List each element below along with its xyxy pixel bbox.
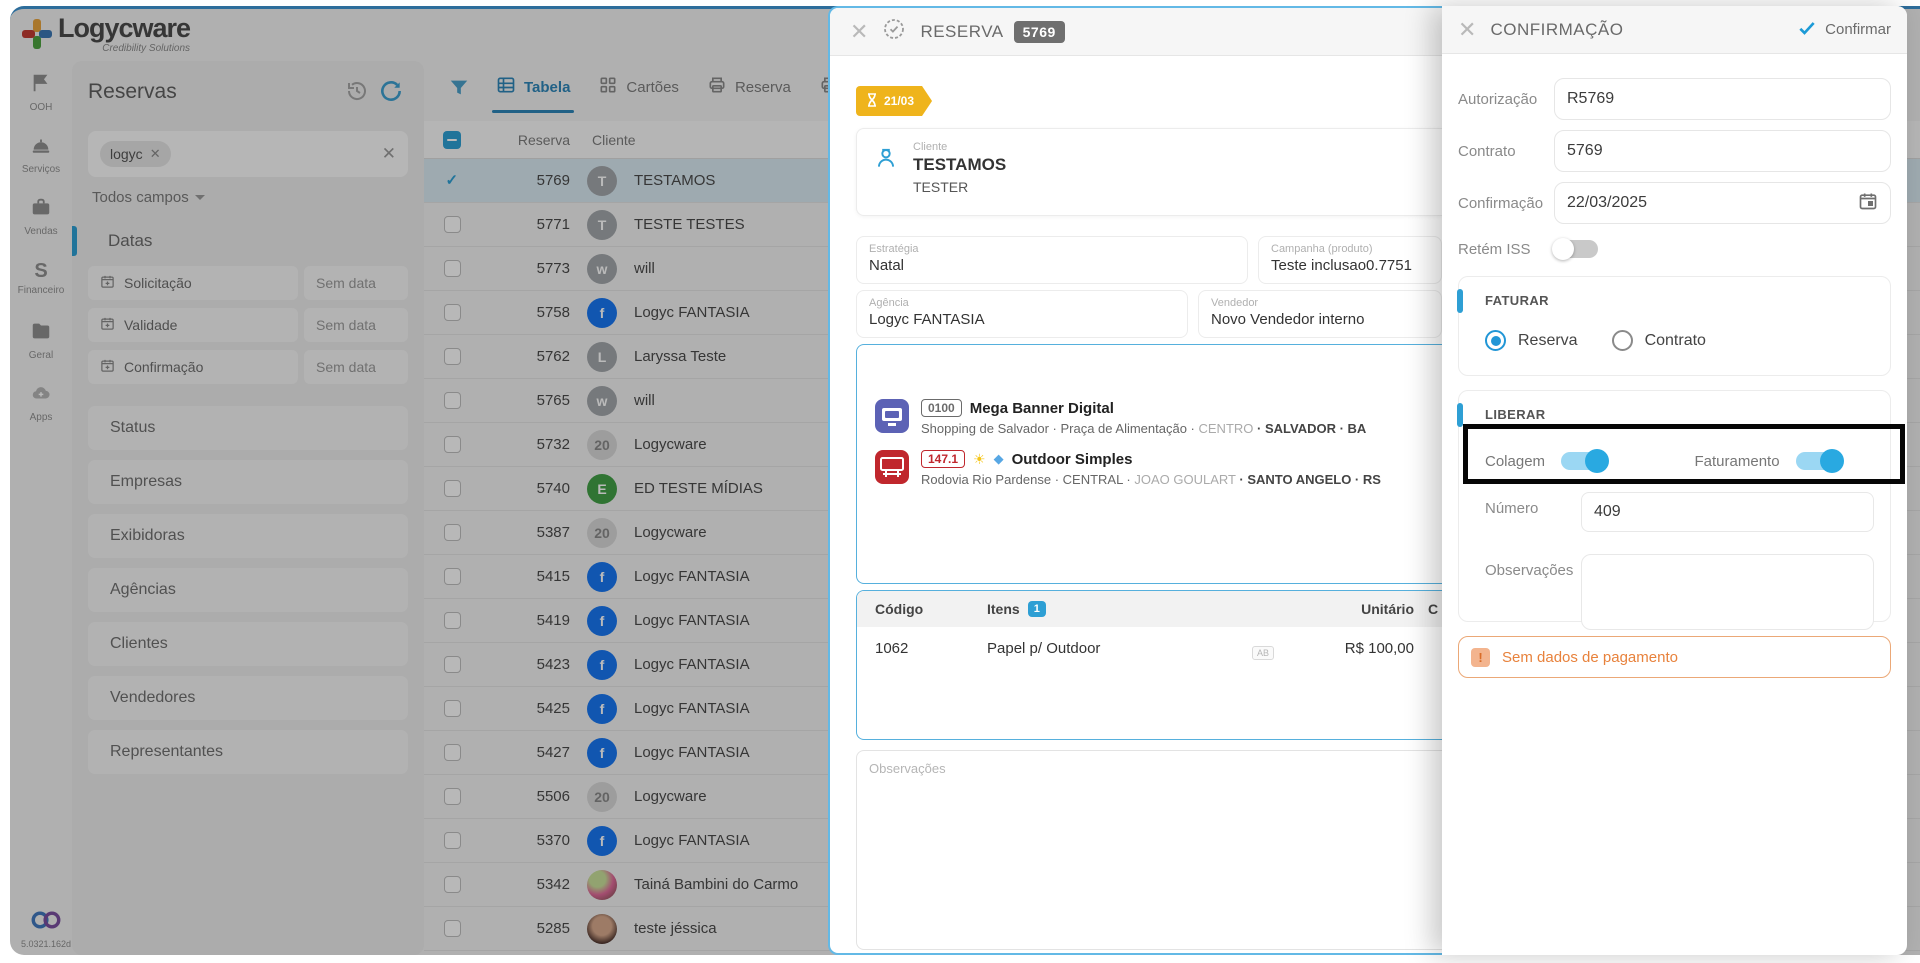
item-row[interactable]: 1062 Papel p/ Outdoor AB R$ 100,00 [857, 627, 1442, 669]
column-codigo: Código [857, 601, 987, 617]
numero-label: Número [1485, 492, 1581, 532]
liberar-toggle-item: Faturamento [1695, 452, 1891, 470]
modal-header: ✕ RESERVA 5769 [830, 8, 1442, 56]
media-item[interactable]: 147.1 ☀ ◆ Outdoor Simples Rodovia Rio Pa… [875, 450, 1424, 487]
item-unitario: R$ 100,00 [1284, 640, 1414, 657]
warning-text: Sem dados de pagamento [1502, 649, 1678, 666]
faturar-title: FATURAR [1459, 277, 1890, 308]
liberar-toggle[interactable] [1561, 452, 1605, 470]
items-count-badge: 1 [1028, 601, 1046, 617]
faturar-options: Reserva Contrato [1459, 308, 1890, 377]
retem-iss-toggle[interactable] [1554, 240, 1598, 258]
digital-panel-icon [875, 399, 909, 433]
liberar-title: LIBERAR [1459, 391, 1890, 422]
client-label: Cliente [913, 141, 1006, 153]
client-name: TESTAMOS [913, 155, 1006, 175]
column-itens: Itens [987, 601, 1020, 617]
radio-icon [1612, 330, 1633, 351]
item-name: Papel p/ Outdoor [987, 640, 1100, 657]
panel-body: Autorização R5769 Contrato 5769 Confirma… [1442, 54, 1907, 955]
liberar-toggles: Colagem Faturamento [1459, 422, 1890, 470]
calendar-icon[interactable] [1858, 191, 1878, 216]
confirmacao-panel: ✕ CONFIRMAÇÃO Confirmar Autorização R576… [1442, 6, 1907, 955]
contrato-label: Contrato [1458, 143, 1554, 160]
confirmar-button[interactable]: Confirmar [1797, 18, 1891, 42]
estrategia-field[interactable]: Estratégia Natal [856, 236, 1248, 284]
illumination-icon: ☀ [973, 451, 986, 468]
seal-check-icon [882, 17, 906, 46]
ab-tag: AB [1252, 646, 1274, 660]
column-clipped: C [1414, 601, 1442, 617]
check-icon [1797, 18, 1817, 42]
application-window: Logycware Credibility Solutions OOH Serv… [0, 0, 1920, 963]
panel-title: CONFIRMAÇÃO [1490, 20, 1783, 40]
items-table-header: Código Itens 1 Unitário C [857, 591, 1442, 627]
media-title: Mega Banner Digital [970, 400, 1114, 417]
autorizacao-input[interactable]: R5769 [1554, 78, 1891, 120]
client-card[interactable]: Cliente TESTAMOS TESTER [856, 128, 1442, 216]
faturar-radio[interactable]: Reserva [1485, 330, 1578, 351]
vendedor-field[interactable]: Vendedor Novo Vendedor interno [1198, 290, 1442, 338]
diamond-icon: ◆ [994, 451, 1004, 467]
media-items-box: 0100 ☀ ◆ Mega Banner Digital Shopping de… [856, 344, 1442, 584]
contrato-input[interactable]: 5769 [1554, 130, 1891, 172]
hourglass-icon [866, 93, 878, 110]
liberar-card: LIBERAR Colagem Faturamento Número [1458, 390, 1891, 622]
autorizacao-label: Autorização [1458, 91, 1554, 108]
media-code-badge: 147.1 [921, 450, 965, 468]
media-location: Rodovia Rio Pardense · CENTRAL · JOAO GO… [921, 472, 1381, 487]
confirmacao-label: Confirmação [1458, 195, 1554, 212]
media-item[interactable]: 0100 ☀ ◆ Mega Banner Digital Shopping de… [875, 399, 1424, 436]
media-code-badge: 0100 [921, 399, 962, 417]
media-location: Shopping de Salvador · Praça de Alimenta… [921, 421, 1366, 436]
observacoes-panel-textarea[interactable] [1581, 554, 1874, 630]
media-title: Outdoor Simples [1012, 451, 1133, 468]
reserva-number-badge: 5769 [1014, 21, 1065, 43]
liberar-toggle[interactable] [1796, 452, 1840, 470]
campanha-field[interactable]: Campanha (produto) Teste inclusao0.7751 [1258, 236, 1442, 284]
panel-header: ✕ CONFIRMAÇÃO Confirmar [1442, 6, 1907, 54]
observacoes-textarea[interactable]: Observações [856, 750, 1442, 950]
items-table-box: Código Itens 1 Unitário C 1062 Papel p/ … [856, 590, 1442, 740]
warning-icon: ! [1471, 648, 1490, 667]
client-subtitle: TESTER [913, 179, 1006, 195]
radio-icon [1485, 330, 1506, 351]
modal-title: RESERVA 5769 [920, 21, 1064, 43]
faturar-radio[interactable]: Contrato [1612, 330, 1706, 351]
numero-input[interactable] [1581, 492, 1874, 532]
outdoor-billboard-icon [875, 450, 909, 484]
faturar-card: FATURAR Reserva Contrato [1458, 276, 1891, 376]
payment-warning: ! Sem dados de pagamento [1458, 636, 1891, 678]
date-pennant-badge: 21/03 [856, 86, 932, 116]
person-icon [873, 141, 899, 203]
confirmacao-date-input[interactable]: 22/03/2025 [1554, 182, 1891, 224]
column-unitario: Unitário [1284, 601, 1414, 617]
reserva-modal: ✕ RESERVA 5769 21/03 Cliente TESTAMOS TE… [828, 6, 1442, 955]
close-icon[interactable]: ✕ [850, 19, 868, 45]
liberar-toggle-item: Colagem [1485, 452, 1681, 470]
item-codigo: 1062 [857, 640, 987, 657]
agencia-field[interactable]: Agência Logyc FANTASIA [856, 290, 1188, 338]
retem-iss-label: Retém ISS [1458, 241, 1554, 258]
close-icon[interactable]: ✕ [1458, 17, 1476, 43]
observacoes-label: Observações [1485, 554, 1581, 630]
